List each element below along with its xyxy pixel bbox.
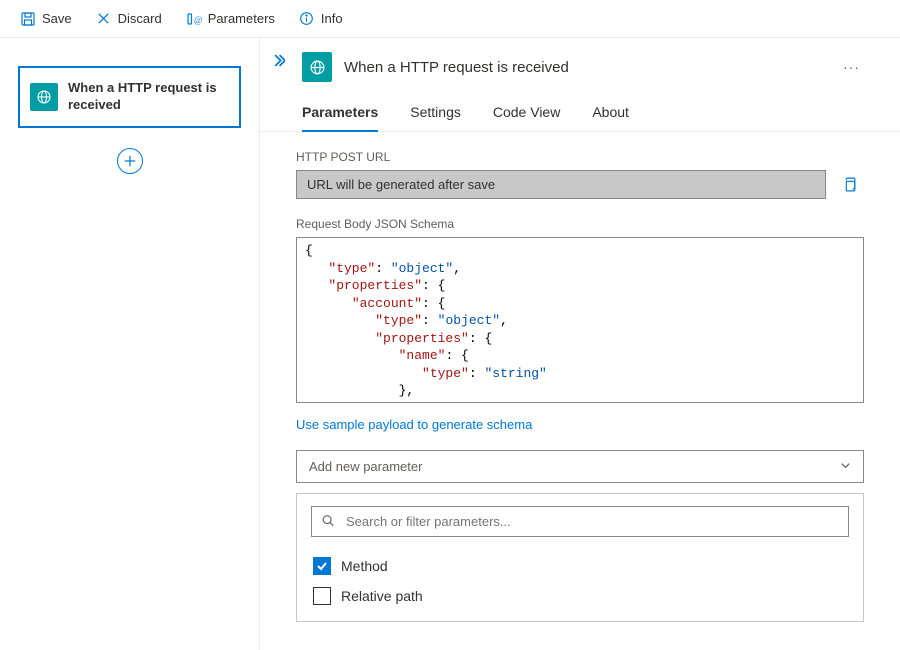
http-post-url-field: URL will be generated after save: [296, 170, 826, 199]
parameters-icon: @: [186, 11, 202, 27]
svg-text:@: @: [194, 15, 202, 25]
checkbox-label: Relative path: [341, 588, 423, 604]
discard-label: Discard: [118, 11, 162, 26]
tab-parameters[interactable]: Parameters: [302, 104, 378, 132]
collapse-icon[interactable]: [272, 54, 285, 70]
info-button[interactable]: Info: [289, 7, 353, 31]
parameter-dropdown: Method Relative path: [296, 493, 864, 622]
parameter-option[interactable]: Relative path: [311, 581, 849, 611]
http-post-url-label: HTTP POST URL: [296, 150, 864, 164]
discard-button[interactable]: Discard: [86, 7, 172, 31]
http-trigger-icon: [302, 52, 332, 82]
designer-canvas: When a HTTP request is received: [0, 38, 260, 650]
details-title: When a HTTP request is received: [344, 59, 827, 76]
checkbox[interactable]: [313, 587, 331, 605]
details-header: When a HTTP request is received ···: [260, 38, 900, 82]
tab-settings[interactable]: Settings: [410, 104, 461, 132]
parameter-option[interactable]: Method: [311, 551, 849, 581]
copy-url-button[interactable]: [834, 170, 864, 199]
main: When a HTTP request is received When a H…: [0, 38, 900, 650]
save-icon: [20, 11, 36, 27]
schema-label: Request Body JSON Schema: [296, 217, 864, 231]
search-icon: [321, 513, 335, 530]
add-parameter-select[interactable]: Add new parameter: [296, 450, 864, 483]
schema-textarea[interactable]: { "type": "object", "properties": { "acc…: [296, 237, 864, 403]
parameter-search: [311, 506, 849, 537]
add-parameter-placeholder: Add new parameter: [309, 459, 422, 474]
discard-icon: [96, 11, 112, 27]
save-label: Save: [42, 11, 72, 26]
parameters-label: Parameters: [208, 11, 275, 26]
schema-section: Request Body JSON Schema { "type": "obje…: [260, 199, 900, 622]
sample-payload-link[interactable]: Use sample payload to generate schema: [296, 417, 532, 432]
http-trigger-icon: [30, 83, 58, 111]
trigger-card[interactable]: When a HTTP request is received: [18, 66, 241, 128]
parameter-search-input[interactable]: [311, 506, 849, 537]
more-menu-button[interactable]: ···: [839, 55, 864, 79]
checkbox[interactable]: [313, 557, 331, 575]
add-step-button[interactable]: [117, 148, 143, 174]
info-icon: [299, 11, 315, 27]
parameters-button[interactable]: @ Parameters: [176, 7, 285, 31]
save-button[interactable]: Save: [10, 7, 82, 31]
http-post-url-section: HTTP POST URL URL will be generated afte…: [260, 132, 900, 199]
details-panel: When a HTTP request is received ··· Para…: [260, 38, 900, 650]
trigger-card-label: When a HTTP request is received: [68, 80, 229, 114]
tabs: Parameters Settings Code View About: [260, 82, 900, 132]
tab-about[interactable]: About: [592, 104, 629, 132]
info-label: Info: [321, 11, 343, 26]
tab-codeview[interactable]: Code View: [493, 104, 560, 132]
toolbar: Save Discard @ Parameters Info: [0, 0, 900, 38]
chevron-down-icon: [840, 460, 851, 474]
checkbox-label: Method: [341, 558, 388, 574]
